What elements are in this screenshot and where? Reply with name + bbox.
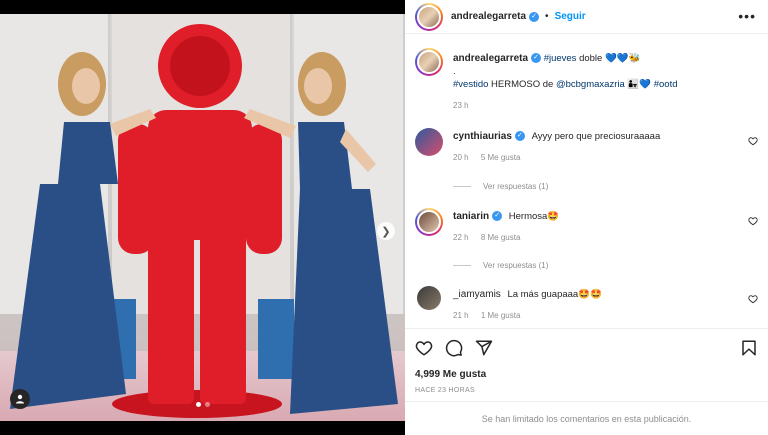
tagged-users-button[interactable]: [10, 389, 30, 409]
comments-limited-notice: Se han limitado los comentarios en esta …: [405, 401, 768, 435]
more-icon[interactable]: •••: [738, 8, 756, 24]
heart-icon[interactable]: [748, 294, 758, 304]
commenter-username[interactable]: taniarin: [453, 211, 489, 222]
commenter-avatar[interactable]: [417, 286, 441, 310]
hashtag-link[interactable]: #ootd: [654, 79, 678, 90]
author-username[interactable]: andrealegarreta: [451, 11, 526, 22]
post-timestamp: HACE 23 HORAS: [415, 387, 475, 394]
comment-time: 22 h: [453, 233, 469, 242]
comment-icon[interactable]: [445, 339, 463, 357]
post-actions: 4,999 Me gusta HACE 23 HORAS Se han limi…: [405, 328, 768, 435]
view-replies-label: Ver respuestas (1): [483, 261, 549, 270]
caption-text: doble 💙💙🐝: [579, 53, 641, 64]
comment-item: taniarin ✓ Hermosa🤩 22 h 8 Me gusta: [415, 208, 758, 248]
likes-count[interactable]: 4,999 Me gusta: [415, 369, 486, 380]
post-photo[interactable]: ❯: [0, 14, 405, 421]
comment-meta: 21 h 1 Me gusta: [453, 309, 738, 322]
comment-meta: 22 h 8 Me gusta: [453, 231, 738, 244]
verified-icon: ✓: [529, 11, 540, 22]
view-replies-label: Ver respuestas (1): [483, 182, 549, 191]
carousel-dots: [195, 402, 210, 407]
replies-line: [453, 265, 471, 266]
comment-text: Ayyy pero que preciosuraaaaa: [531, 131, 661, 142]
comment-text: La más guapaaa🤩🤩: [507, 289, 602, 300]
carousel-next-button[interactable]: ❯: [377, 222, 395, 240]
caption-time: 23 h: [453, 101, 469, 110]
caption-emoji: 👨‍👧💙: [627, 79, 652, 90]
carousel-dot: [195, 402, 201, 407]
view-replies-button[interactable]: Ver respuestas (1): [453, 182, 548, 191]
photo-illustration: [10, 24, 398, 418]
comment-time: 21 h: [453, 311, 469, 320]
action-icons: [415, 339, 493, 357]
heart-icon[interactable]: [415, 339, 433, 357]
share-icon[interactable]: [475, 339, 493, 357]
commenter-avatar[interactable]: [415, 208, 443, 236]
verified-icon: ✓: [531, 53, 542, 64]
heart-icon[interactable]: [748, 216, 758, 226]
post-panel: andrealegarreta ✓ • Seguir ••• andrealeg…: [405, 0, 768, 435]
user-tag-icon: [16, 394, 24, 404]
author-avatar[interactable]: [415, 2, 443, 31]
comment-text: Hermosa🤩: [508, 211, 560, 222]
save-button[interactable]: [740, 339, 758, 362]
comment-likes[interactable]: 1 Me gusta: [481, 311, 521, 320]
hashtag-link[interactable]: #jueves: [544, 53, 577, 64]
comments-list[interactable]: andrealegarreta ✓ #jueves doble 💙💙🐝 . #ve…: [405, 34, 768, 328]
comment-likes[interactable]: 8 Me gusta: [481, 233, 521, 242]
comment-meta: 20 h 5 Me gusta: [453, 151, 738, 164]
caption-username[interactable]: andrealegarreta: [453, 53, 528, 64]
comment-item: _iamyamis La más guapaaa🤩🤩 21 h 1 Me gus…: [415, 286, 758, 326]
follow-button[interactable]: Seguir: [555, 11, 586, 22]
comment-time: 20 h: [453, 153, 469, 162]
comment-item: cynthiaurias ✓ Ayyy pero que preciosuraaa…: [415, 128, 758, 168]
post-header: andrealegarreta ✓ • Seguir •••: [405, 0, 768, 34]
chevron-right-icon: ❯: [381, 225, 391, 238]
caption-text: HERMOSO de: [491, 79, 554, 90]
commenter-username[interactable]: _iamyamis: [453, 289, 501, 300]
mention-link[interactable]: @bcbgmaxazria: [556, 79, 625, 90]
post-caption: andrealegarreta ✓ #jueves doble 💙💙🐝 . #ve…: [415, 48, 758, 118]
caption-dot: .: [453, 66, 456, 77]
bookmark-icon: [742, 340, 756, 356]
separator-dot: •: [545, 11, 549, 22]
replies-line: [453, 186, 471, 187]
verified-icon: ✓: [492, 211, 503, 222]
comment-likes[interactable]: 5 Me gusta: [481, 153, 521, 162]
caption-meta: 23 h: [453, 99, 738, 112]
hashtag-link[interactable]: #vestido: [453, 79, 488, 90]
author-avatar[interactable]: [415, 48, 443, 76]
commenter-username[interactable]: cynthiaurias: [453, 131, 512, 142]
view-replies-button[interactable]: Ver respuestas (1): [453, 261, 548, 270]
verified-icon: ✓: [514, 131, 525, 142]
commenter-avatar[interactable]: [415, 128, 443, 156]
carousel-dot: [204, 402, 210, 407]
post-media: ❯: [0, 0, 405, 435]
heart-icon[interactable]: [748, 136, 758, 146]
